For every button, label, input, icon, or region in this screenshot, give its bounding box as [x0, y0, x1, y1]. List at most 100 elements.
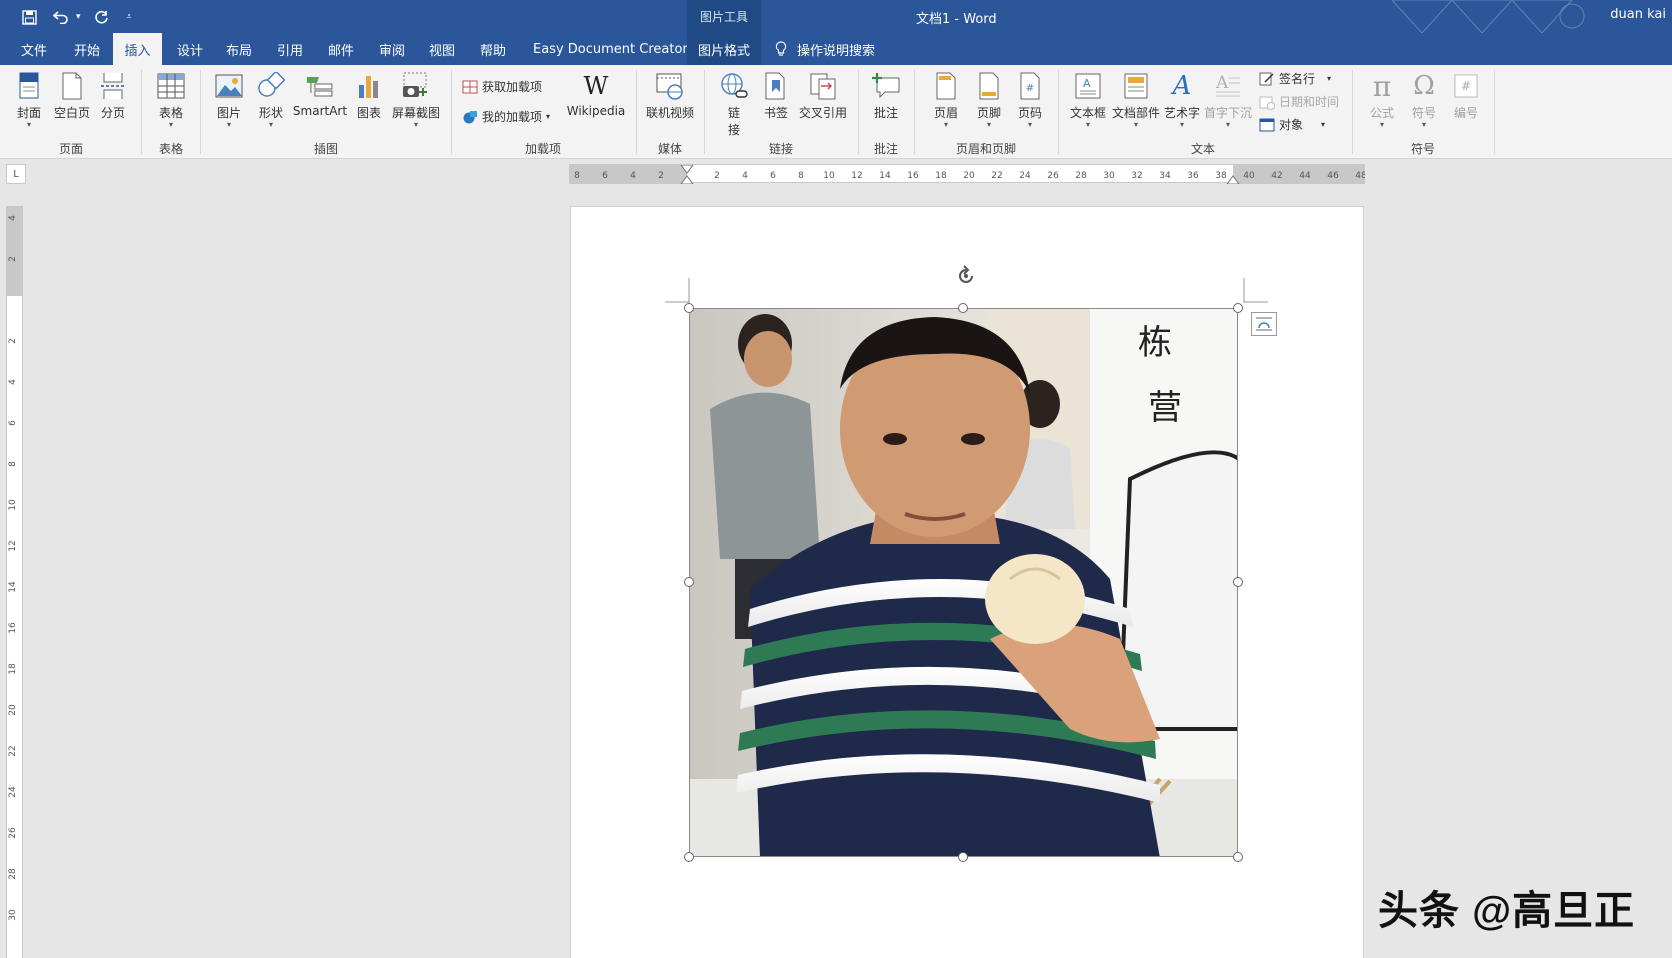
vertical-ruler[interactable]: 4 2 2 4 6 8 10 12 14 16 18 20 22 24 26 28 30 [6, 206, 23, 958]
symbol-button[interactable]: Ω 符号 ▾ [1409, 71, 1439, 129]
ruler-tick-label: 24 [8, 786, 18, 798]
tab-file[interactable]: 文件 [17, 33, 51, 65]
tab-references[interactable]: 引用 [273, 33, 307, 65]
my-addins-icon [463, 110, 477, 123]
tab-help[interactable]: 帮助 [476, 33, 510, 65]
rotate-handle-icon[interactable] [954, 264, 978, 288]
group-separator [914, 70, 915, 154]
title-bar: ▾ ⩡ 图片工具 文档1 - Word duan kai [0, 0, 1672, 33]
link-button[interactable]: 链 接 [719, 71, 749, 138]
tab-mailings[interactable]: 邮件 [324, 33, 358, 65]
ruler-tick-label: 6 [770, 171, 776, 181]
resize-handle-top-right[interactable] [1233, 303, 1243, 313]
ruler-tick-label: 14 [879, 171, 891, 181]
blank-page-icon [57, 71, 87, 101]
tell-me-label: 操作说明搜索 [797, 43, 876, 59]
drop-cap-button[interactable]: A 首字下沉 ▾ [1204, 71, 1252, 129]
insert-picture-button[interactable]: 图片 ▾ [214, 71, 244, 129]
chevron-down-icon: ▾ [1327, 74, 1332, 83]
signature-line-button[interactable]: 签名行 ▾ [1259, 70, 1331, 87]
camera-icon [401, 71, 431, 101]
object-button[interactable]: 对象 ▾ [1259, 116, 1325, 133]
undo-icon[interactable] [50, 6, 72, 28]
redo-icon[interactable] [91, 6, 113, 28]
quick-access-toolbar: ▾ ⩡ [18, 6, 132, 28]
cover-page-icon [14, 71, 44, 101]
tab-easy-document-creator[interactable]: Easy Document Creator [529, 33, 692, 65]
screenshot-button[interactable]: 屏幕截图 ▾ [392, 71, 440, 129]
chevron-down-icon: ▾ [1027, 120, 1032, 129]
bar-chart-icon [354, 71, 384, 101]
ruler-tick-label: 28 [1075, 171, 1087, 181]
resize-handle-left[interactable] [684, 577, 694, 587]
table-button[interactable]: 表格 ▾ [156, 71, 186, 129]
page-number-button[interactable]: # 页码 ▾ [1015, 71, 1045, 129]
tab-review[interactable]: 审阅 [375, 33, 409, 65]
inserted-photo[interactable]: 栋 营 [689, 308, 1238, 857]
svg-text:A: A [1215, 73, 1229, 93]
tab-view[interactable]: 视图 [425, 33, 459, 65]
ribbon-tabs: 文件 开始 插入 设计 布局 引用 邮件 审阅 视图 帮助 Easy Docum… [0, 33, 1672, 65]
undo-dropdown-icon[interactable]: ▾ [76, 12, 81, 22]
numbering-button[interactable]: # 编号 [1451, 71, 1481, 121]
cross-reference-button[interactable]: 交叉引用 [799, 71, 847, 121]
shapes-icon [256, 71, 286, 101]
new-comment-button[interactable]: 批注 [871, 71, 901, 121]
chart-button[interactable]: 图表 [354, 71, 384, 121]
get-addins-button[interactable]: 获取加载项 [462, 78, 542, 95]
tab-layout[interactable]: 布局 [222, 33, 256, 65]
bookmark-button[interactable]: 书签 [761, 71, 791, 121]
resize-handle-bottom[interactable] [958, 852, 968, 862]
ruler-tick-label: 22 [991, 171, 1002, 181]
resize-handle-top[interactable] [958, 303, 968, 313]
resize-handle-top-left[interactable] [684, 303, 694, 313]
tab-design[interactable]: 设计 [173, 33, 207, 65]
date-time-button[interactable]: 日期和时间 [1259, 93, 1339, 110]
ruler-tick-label: 8 [574, 171, 580, 181]
group-separator [141, 70, 142, 154]
footer-button[interactable]: 页脚 ▾ [974, 71, 1004, 129]
page-break-button[interactable]: 分页 [98, 71, 128, 121]
group-label-media: 媒体 [657, 142, 683, 156]
layout-options-icon[interactable] [1251, 312, 1277, 336]
tab-picture-format[interactable]: 图片格式 [687, 33, 761, 65]
smartart-button[interactable]: SmartArt [293, 71, 347, 118]
wordart-button[interactable]: A 艺术字 ▾ [1164, 71, 1200, 129]
table-icon [156, 71, 186, 101]
watermark-text: 头条 @高旦正 [1378, 889, 1636, 933]
header-button[interactable]: 页眉 ▾ [931, 71, 961, 129]
online-video-button[interactable]: 联机视频 [646, 71, 694, 121]
user-name[interactable]: duan kai [1610, 7, 1666, 22]
resize-handle-bottom-right[interactable] [1233, 852, 1243, 862]
wikipedia-button[interactable]: W Wikipedia [567, 71, 626, 118]
group-label-addins: 加载项 [524, 142, 562, 156]
my-addins-button[interactable]: 我的加载项 ▾ [462, 108, 550, 125]
group-label-text: 文本 [1190, 142, 1216, 156]
horizontal-ruler[interactable]: 8 6 4 2 2 4 6 8 10 12 14 16 18 20 22 24 26 28 30 32 34 36 38 40… [569, 164, 1367, 185]
cover-page-button[interactable]: 封面 ▾ [14, 71, 44, 129]
group-separator [704, 70, 705, 154]
drop-cap-icon: A [1213, 71, 1243, 101]
save-icon[interactable] [18, 6, 40, 28]
shapes-button[interactable]: 形状 ▾ [256, 71, 286, 129]
equation-button[interactable]: π 公式 ▾ [1367, 70, 1397, 129]
tab-insert[interactable]: 插入 [113, 33, 162, 65]
header-icon [931, 71, 961, 101]
blank-page-button[interactable]: 空白页 [54, 71, 90, 121]
resize-handle-right[interactable] [1233, 577, 1243, 587]
ruler-tick-label: 4 [8, 215, 18, 221]
customize-qat-icon[interactable]: ⩡ [127, 12, 132, 22]
chevron-down-icon: ▾ [1133, 120, 1139, 129]
group-separator [451, 70, 452, 154]
tab-selector[interactable]: L [6, 164, 26, 184]
group-separator [1352, 70, 1353, 154]
tell-me-search[interactable]: 操作说明搜索 [775, 33, 875, 65]
ruler-tick-label: 2 [8, 256, 18, 262]
chevron-down-icon: ▾ [226, 120, 231, 129]
text-box-button[interactable]: A 文本框 ▾ [1070, 71, 1106, 129]
tab-home[interactable]: 开始 [70, 33, 104, 65]
quick-parts-button[interactable]: 文档部件 ▾ [1112, 71, 1160, 129]
wikipedia-icon: W [583, 72, 609, 100]
resize-handle-bottom-left[interactable] [684, 852, 694, 862]
group-label-pages: 页面 [58, 142, 84, 156]
